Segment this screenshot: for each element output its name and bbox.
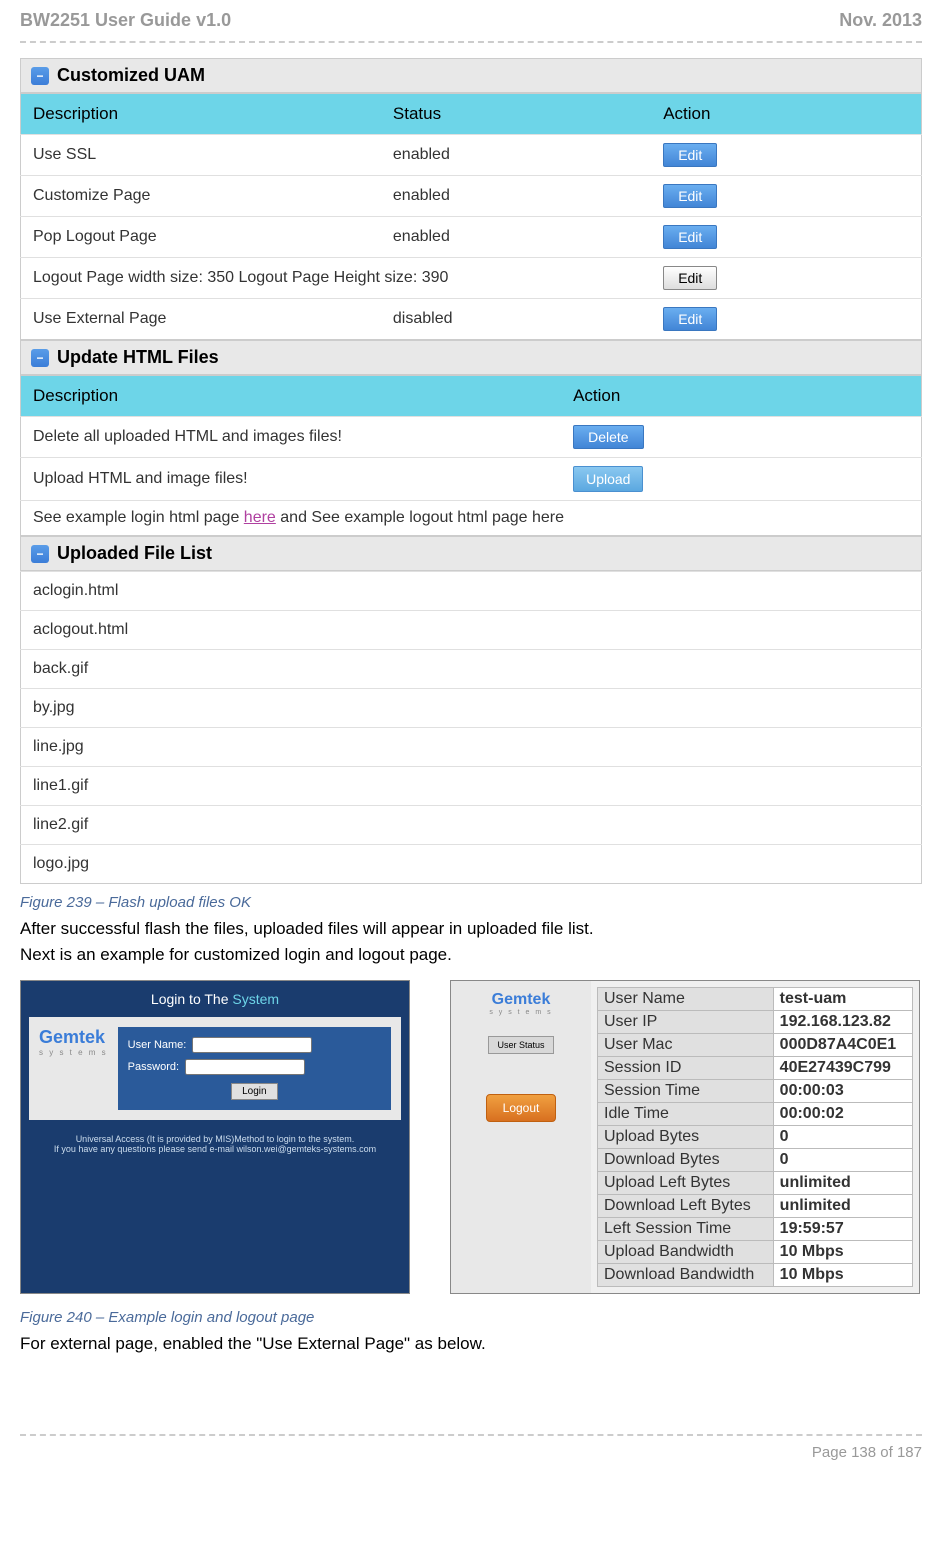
password-label: Password: — [128, 1061, 179, 1073]
delete-button[interactable]: Delete — [573, 425, 643, 449]
header-left: BW2251 User Guide v1.0 — [20, 10, 231, 31]
cell-desc: Customize Page — [21, 176, 381, 217]
file-item: aclogin.html — [21, 572, 922, 611]
cell-status: enabled — [381, 135, 651, 176]
login-footer: Universal Access (It is provided by MIS)… — [21, 1128, 409, 1160]
logout-example: Gemtek s y s t e m s User Status Logout … — [450, 980, 920, 1294]
username-input[interactable] — [192, 1037, 312, 1053]
th-action: Action — [651, 94, 921, 135]
login-button[interactable]: Login — [231, 1083, 277, 1100]
page-footer: Page 138 of 187 — [20, 1434, 922, 1469]
login-form: User Name: Password: Login — [118, 1027, 391, 1110]
gemtek-logo: Gemtek s y s t e m s — [39, 1027, 108, 1110]
file-item: aclogout.html — [21, 611, 922, 650]
user-status-button[interactable]: User Status — [488, 1036, 553, 1054]
upload-button[interactable]: Upload — [573, 466, 643, 492]
password-input[interactable] — [185, 1059, 305, 1075]
edit-button[interactable]: Edit — [663, 307, 717, 331]
table-row: See example login html page here and See… — [21, 501, 922, 536]
section-title: Customized UAM — [57, 65, 205, 86]
file-item: by.jpg — [21, 689, 922, 728]
collapse-icon[interactable]: − — [31, 349, 49, 367]
body-text: After successful flash the files, upload… — [20, 919, 922, 939]
file-item: line.jpg — [21, 728, 922, 767]
section-uploaded-files-header: − Uploaded File List — [20, 536, 922, 571]
figure-caption-239: Figure 239 – Flash upload files OK — [20, 894, 922, 911]
table-row: Use External Page disabled Edit — [21, 299, 922, 340]
file-item: back.gif — [21, 650, 922, 689]
th-action: Action — [561, 376, 921, 417]
table-row: Delete all uploaded HTML and images file… — [21, 417, 922, 458]
uploaded-file-list: aclogin.html aclogout.html back.gif by.j… — [20, 571, 922, 884]
cell-status: disabled — [381, 299, 651, 340]
cell-desc: Pop Logout Page — [21, 217, 381, 258]
file-item: logo.jpg — [21, 845, 922, 884]
section-title: Update HTML Files — [57, 347, 219, 368]
username-label: User Name: — [128, 1039, 187, 1051]
table-row: Use SSL enabled Edit — [21, 135, 922, 176]
table-row: Pop Logout Page enabled Edit — [21, 217, 922, 258]
edit-button[interactable]: Edit — [663, 225, 717, 249]
doc-header: BW2251 User Guide v1.0 Nov. 2013 — [20, 0, 922, 43]
cell-desc: Upload HTML and image files! — [21, 458, 562, 501]
example-text: See example login html page here and See… — [21, 501, 922, 536]
table-row: Upload HTML and image files! Upload — [21, 458, 922, 501]
collapse-icon[interactable]: − — [31, 67, 49, 85]
customized-uam-table: Description Status Action Use SSL enable… — [20, 93, 922, 340]
cell-desc: Logout Page width size: 350 Logout Page … — [21, 258, 652, 299]
section-customized-uam-header: − Customized UAM — [20, 58, 922, 93]
login-logout-examples: Login to The System Gemtek s y s t e m s… — [20, 980, 922, 1294]
login-example: Login to The System Gemtek s y s t e m s… — [20, 980, 410, 1294]
figure-caption-240: Figure 240 – Example login and logout pa… — [20, 1309, 922, 1326]
table-row: Customize Page enabled Edit — [21, 176, 922, 217]
table-row: Logout Page width size: 350 Logout Page … — [21, 258, 922, 299]
header-right: Nov. 2013 — [839, 10, 922, 31]
th-desc: Description — [21, 94, 381, 135]
th-status: Status — [381, 94, 651, 135]
gemtek-logo: Gemtek — [461, 991, 581, 1009]
cell-status: enabled — [381, 217, 651, 258]
body-text: For external page, enabled the "Use Exte… — [20, 1334, 922, 1354]
edit-button[interactable]: Edit — [663, 184, 717, 208]
login-title: Login to The System — [21, 981, 409, 1017]
logout-button[interactable]: Logout — [486, 1094, 557, 1122]
file-item: line2.gif — [21, 806, 922, 845]
edit-button[interactable]: Edit — [663, 143, 717, 167]
cell-desc: Use External Page — [21, 299, 381, 340]
example-login-link[interactable]: here — [244, 509, 276, 526]
status-table: User Nametest-uam User IP192.168.123.82 … — [597, 987, 913, 1287]
body-text: Next is an example for customized login … — [20, 945, 922, 965]
collapse-icon[interactable]: − — [31, 545, 49, 563]
th-desc: Description — [21, 376, 562, 417]
section-update-html-header: − Update HTML Files — [20, 340, 922, 375]
section-title: Uploaded File List — [57, 543, 212, 564]
cell-desc: Delete all uploaded HTML and images file… — [21, 417, 562, 458]
cell-status: enabled — [381, 176, 651, 217]
update-html-table: Description Action Delete all uploaded H… — [20, 375, 922, 536]
edit-button[interactable]: Edit — [663, 266, 717, 290]
cell-desc: Use SSL — [21, 135, 381, 176]
file-item: line1.gif — [21, 767, 922, 806]
